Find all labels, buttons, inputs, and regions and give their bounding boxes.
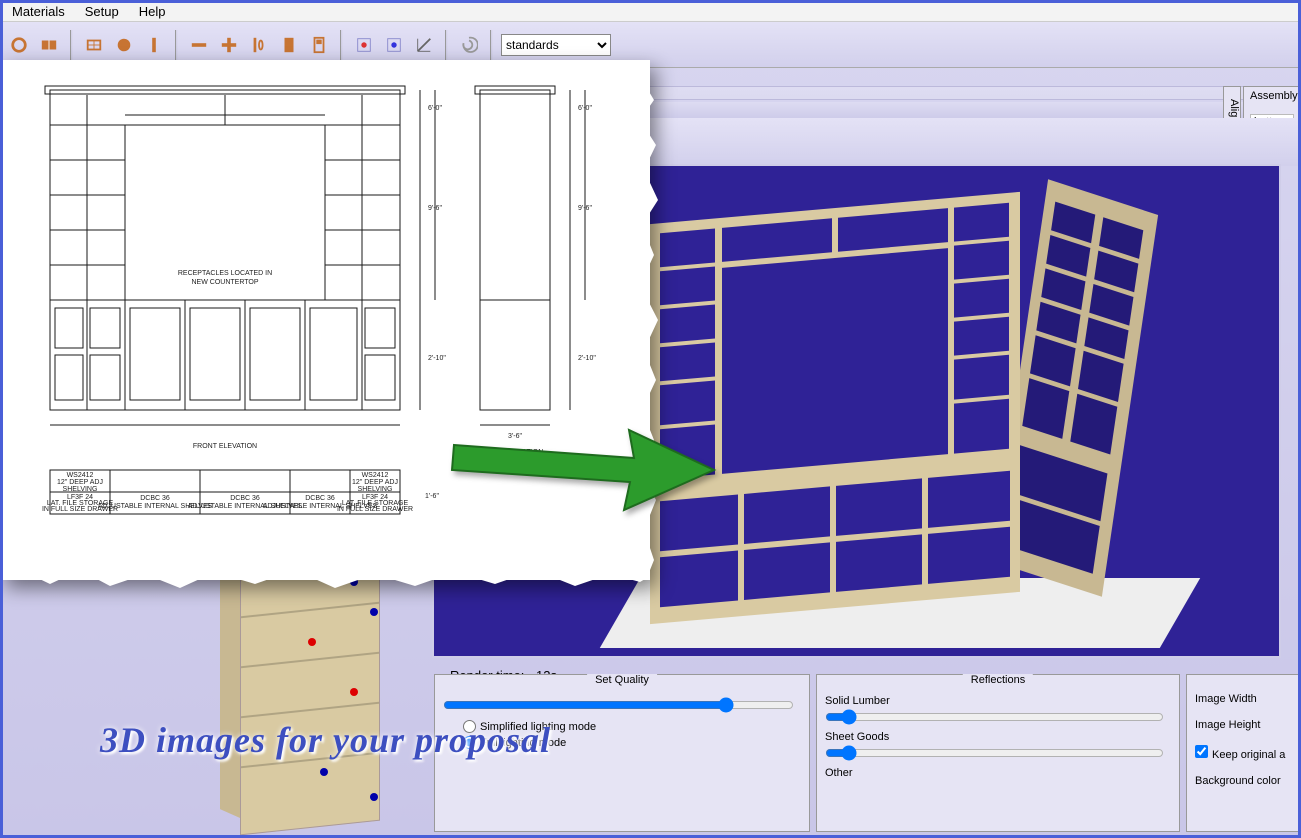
solid-lumber-slider[interactable] xyxy=(825,709,1164,725)
assembly-label: Assembly xyxy=(1250,90,1294,102)
svg-text:ADJUSTABLE INTERNAL SHELVES: ADJUSTABLE INTERNAL SHELVES xyxy=(263,503,378,510)
svg-text:NEW COUNTERTOP: NEW COUNTERTOP xyxy=(191,279,258,286)
promo-text: 3D images for your proposal xyxy=(100,719,551,761)
menu-help[interactable]: Help xyxy=(133,2,172,19)
menu-setup[interactable]: Setup xyxy=(79,2,125,19)
svg-text:FRONT ELEVATION: FRONT ELEVATION xyxy=(193,443,257,450)
svg-text:1'-6": 1'-6" xyxy=(425,493,439,500)
sheet-goods-slider[interactable] xyxy=(825,745,1164,761)
standards-select[interactable]: standards xyxy=(501,34,611,56)
svg-text:RECEPTACLES LOCATED IN: RECEPTACLES LOCATED IN xyxy=(178,270,272,277)
tool-bar-icon[interactable] xyxy=(141,32,167,58)
keep-aspect-checkbox[interactable] xyxy=(1195,745,1208,758)
svg-text:12" DEEP ADJ: 12" DEEP ADJ xyxy=(352,479,398,486)
handle-icon[interactable] xyxy=(370,608,378,616)
svg-text:DCBC 36: DCBC 36 xyxy=(230,495,260,502)
svg-text:6'-0": 6'-0" xyxy=(428,105,442,112)
tool-plus-icon[interactable] xyxy=(216,32,242,58)
handle-icon[interactable] xyxy=(320,768,328,776)
svg-text:9'-6": 9'-6" xyxy=(428,205,442,212)
tool-handle-icon[interactable] xyxy=(246,32,272,58)
svg-text:SHELVING: SHELVING xyxy=(63,486,98,493)
svg-text:WS2412: WS2412 xyxy=(362,472,389,479)
toolbar-sep xyxy=(340,30,343,60)
sheet-goods-label: Sheet Goods xyxy=(825,731,1171,743)
svg-text:12" DEEP ADJ: 12" DEEP ADJ xyxy=(57,479,103,486)
mini-face xyxy=(240,561,380,836)
keep-aspect-label: Keep original a xyxy=(1212,749,1285,761)
torn-edge-bottom-icon xyxy=(0,562,650,598)
tool-snap1-icon[interactable] xyxy=(351,32,377,58)
tool-grid-icon[interactable] xyxy=(81,32,107,58)
tool-flat-icon[interactable] xyxy=(186,32,212,58)
quality-slider[interactable] xyxy=(443,697,794,713)
svg-text:2'-10": 2'-10" xyxy=(578,355,596,362)
tool-spiral-icon[interactable] xyxy=(456,32,482,58)
reflections-legend: Reflections xyxy=(963,674,1033,686)
tool-ring-icon[interactable] xyxy=(6,32,32,58)
handle-icon[interactable] xyxy=(350,688,358,696)
menu-materials[interactable]: Materials xyxy=(6,2,71,19)
tool-snap2-icon[interactable] xyxy=(381,32,407,58)
toolbar-sep xyxy=(445,30,448,60)
toolbar-sep xyxy=(70,30,73,60)
svg-text:WS2412: WS2412 xyxy=(67,472,94,479)
tool-measure-icon[interactable] xyxy=(411,32,437,58)
svg-text:6'-0": 6'-0" xyxy=(578,105,592,112)
toolbar-sep xyxy=(175,30,178,60)
mini-3d-preview[interactable] xyxy=(200,568,410,838)
solid-lumber-label: Solid Lumber xyxy=(825,695,1171,707)
toolbar-sep xyxy=(490,30,493,60)
green-arrow-icon xyxy=(444,410,724,520)
image-width-label: Image Width xyxy=(1195,693,1301,705)
svg-text:2'-10": 2'-10" xyxy=(428,355,446,362)
tool-disc-icon[interactable] xyxy=(111,32,137,58)
rendered-bookcase xyxy=(650,208,1150,638)
tool-panel-icon[interactable] xyxy=(36,32,62,58)
svg-text:DCBC 36: DCBC 36 xyxy=(305,495,335,502)
image-height-label: Image Height xyxy=(1195,719,1301,731)
bottom-panels: Set Quality Simplified lighting mode Ful… xyxy=(428,668,1301,838)
handle-icon[interactable] xyxy=(308,638,316,646)
quality-legend: Set Quality xyxy=(587,674,657,686)
reflections-panel: Reflections Solid Lumber Sheet Goods Oth… xyxy=(816,674,1180,832)
svg-text:9'-6": 9'-6" xyxy=(578,205,592,212)
svg-text:SHELVING: SHELVING xyxy=(358,486,393,493)
tool-door-icon[interactable] xyxy=(276,32,302,58)
svg-text:DCBC 36: DCBC 36 xyxy=(140,495,170,502)
bgcolor-label: Background color xyxy=(1195,775,1301,787)
tool-door2-icon[interactable] xyxy=(306,32,332,58)
other-label: Other xyxy=(825,767,1171,779)
image-panel: Image Width Image Height Keep original a… xyxy=(1186,674,1301,832)
menubar: Materials Setup Help xyxy=(0,0,1301,22)
handle-icon[interactable] xyxy=(370,793,378,801)
bookcase-front xyxy=(650,192,1020,624)
